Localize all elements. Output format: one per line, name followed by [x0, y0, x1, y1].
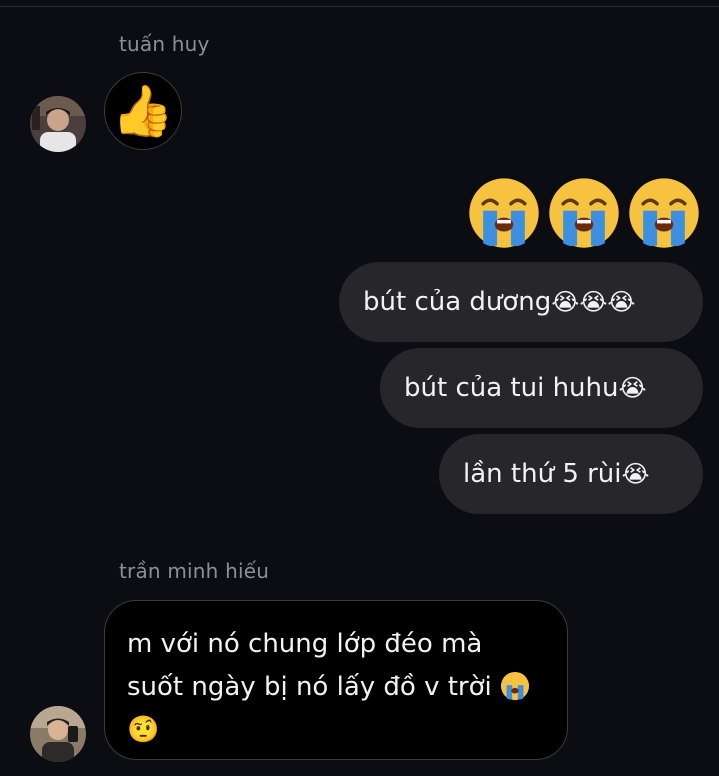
- top-divider: [0, 6, 719, 7]
- loudly-crying-face-icon: 😭😭😭: [551, 288, 636, 316]
- outgoing-message-2[interactable]: bút của tui huhu 😭: [380, 348, 703, 428]
- big-emoji-message[interactable]: [467, 176, 701, 250]
- thumbs-up-icon: 👍: [111, 81, 175, 140]
- face-with-raised-eyebrow-icon: 🤨: [127, 715, 160, 745]
- message-text: lần thứ 5 rùi: [463, 459, 622, 489]
- message-text: bút của tui huhu: [404, 373, 619, 403]
- outgoing-message-3[interactable]: lần thứ 5 rùi 😭: [439, 434, 703, 514]
- loudly-crying-face-icon: 😭: [621, 460, 650, 488]
- loudly-crying-face-icon: [467, 176, 541, 250]
- message-line-1: m với nó chung lớp đéo mà: [127, 629, 483, 659]
- thumbs-up-message[interactable]: 👍: [104, 72, 182, 150]
- sender-name-tuan-huy: tuấn huy: [119, 32, 210, 56]
- incoming-message[interactable]: m với nó chung lớp đéo mà suốt ngày bị n…: [104, 600, 568, 760]
- loudly-crying-face-icon: [627, 176, 701, 250]
- loudly-crying-face-icon: [500, 671, 530, 701]
- avatar-tran-minh-hieu[interactable]: [30, 706, 86, 762]
- message-line-3: 🤨: [127, 709, 545, 752]
- sender-name-tran-minh-hieu: trần minh hiếu: [119, 559, 270, 583]
- message-line-2: suốt ngày bị nó lấy đồ v trời: [127, 666, 545, 709]
- loudly-crying-face-icon: 😭: [618, 374, 647, 402]
- message-text: bút của dương: [363, 287, 552, 317]
- avatar-tuan-huy[interactable]: [30, 96, 86, 152]
- outgoing-message-1[interactable]: bút của dương 😭😭😭: [339, 262, 703, 342]
- loudly-crying-face-icon: [547, 176, 621, 250]
- message-line-2-text: suốt ngày bị nó lấy đồ v trời: [127, 672, 501, 702]
